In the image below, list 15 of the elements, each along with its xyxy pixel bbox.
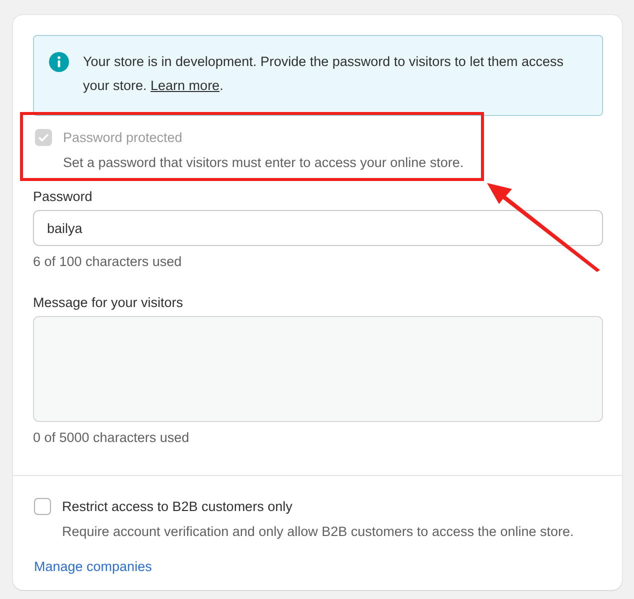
password-field[interactable]: bailya xyxy=(33,210,603,246)
field-label: Password xyxy=(33,189,94,204)
checkbox-label: Password protected xyxy=(63,130,182,145)
banner-message: Your store is in development. Provide the password to visitors to let them access your store. Learn more. xyxy=(83,53,564,95)
learn-more-link[interactable]: Learn more xyxy=(150,78,220,93)
help-text: Set a password that visitors must enter to access your online store. xyxy=(63,155,465,170)
manage-companies-link[interactable]: Manage companies xyxy=(34,559,152,574)
field-label: Message for your visitors xyxy=(33,295,184,310)
character-counter: 6 of 100 characters used xyxy=(33,254,183,269)
checkbox-label: Restrict access to B2B customers only xyxy=(62,499,292,514)
checkbox[interactable] xyxy=(34,498,51,515)
character-counter: 0 of 5000 characters used xyxy=(33,430,190,445)
help-text: Require account verification and only allow B2B customers to access the online store. xyxy=(62,524,575,539)
check-icon xyxy=(38,133,49,142)
info-icon xyxy=(49,52,69,72)
